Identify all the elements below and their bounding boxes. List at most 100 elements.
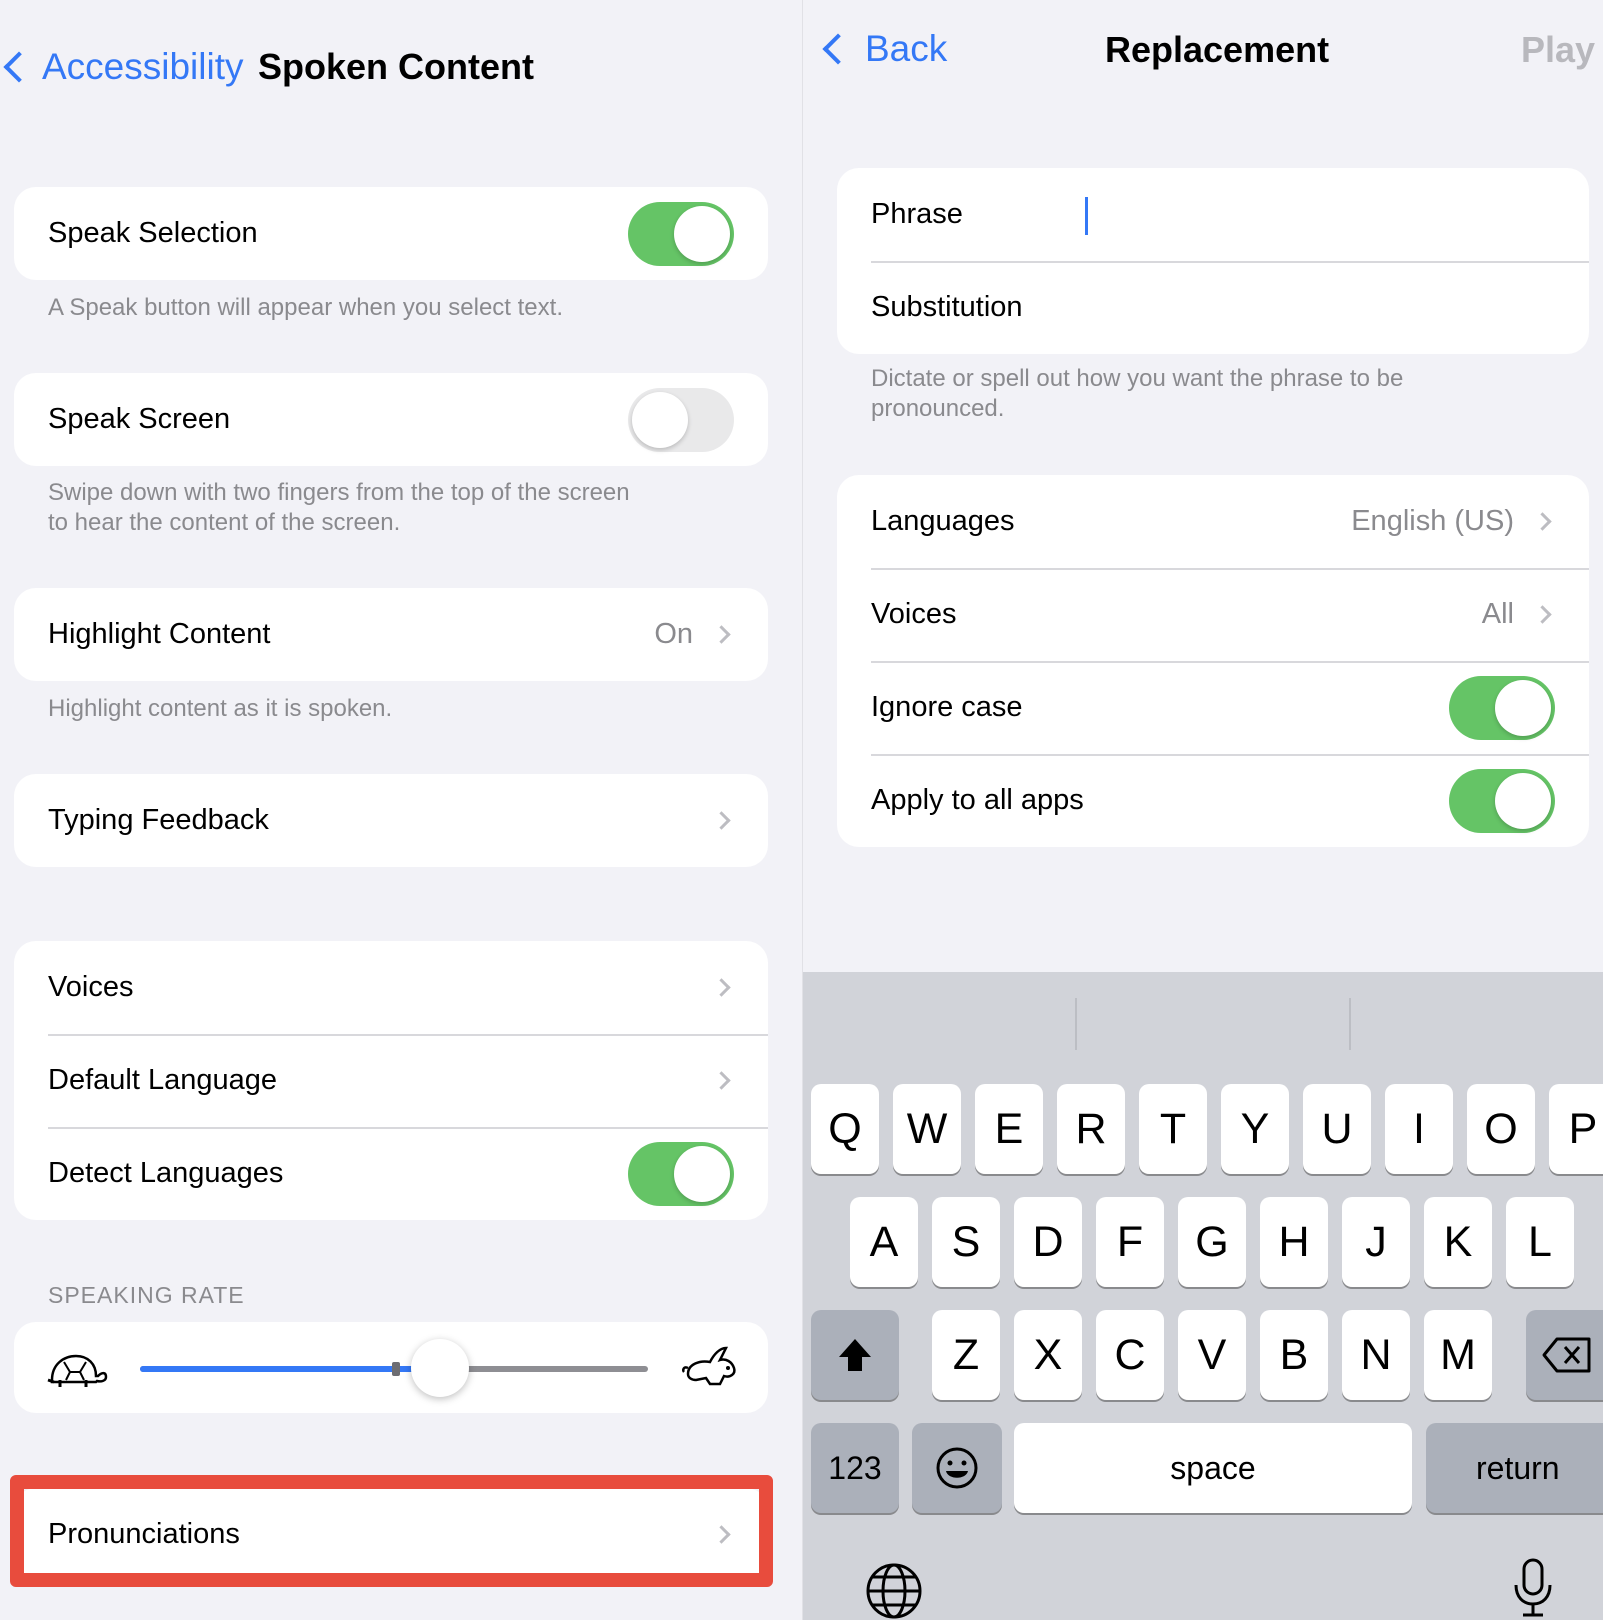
chevron-right-icon	[1533, 605, 1552, 624]
key-l[interactable]: L	[1506, 1197, 1574, 1287]
chevron-right-icon	[712, 978, 731, 997]
key-i[interactable]: I	[1385, 1084, 1453, 1174]
highlight-content-value: On	[654, 618, 693, 650]
suggestion-divider	[1349, 998, 1351, 1050]
numbers-key[interactable]: 123	[811, 1423, 899, 1513]
key-t[interactable]: T	[1139, 1084, 1207, 1174]
chevron-right-icon	[712, 811, 731, 830]
languages-label: Languages	[871, 505, 1015, 537]
delete-key[interactable]	[1526, 1310, 1603, 1400]
key-b[interactable]: B	[1260, 1310, 1328, 1400]
key-g[interactable]: G	[1178, 1197, 1246, 1287]
space-key[interactable]: space	[1014, 1423, 1412, 1513]
speak-screen-footer-line1: Swipe down with two fingers from the top…	[48, 479, 630, 506]
speak-selection-toggle[interactable]	[628, 201, 734, 266]
key-e[interactable]: E	[975, 1084, 1043, 1174]
highlight-content-group: Highlight Content On	[14, 588, 768, 681]
key-s[interactable]: S	[932, 1197, 1000, 1287]
emoji-key[interactable]	[912, 1423, 1002, 1513]
speak-screen-footer-line2: to hear the content of the screen.	[48, 509, 401, 536]
turtle-icon	[47, 1354, 108, 1387]
speak-screen-footer: Swipe down with two fingers from the top…	[48, 478, 630, 538]
pronunciations-highlight-box	[10, 1475, 773, 1587]
substitution-input[interactable]	[1131, 288, 1555, 328]
default-language-row[interactable]: Default Language	[14, 1034, 768, 1127]
highlight-content-footer: Highlight content as it is spoken.	[48, 695, 393, 722]
speaking-rate-track[interactable]	[140, 1362, 648, 1376]
key-n[interactable]: N	[1342, 1310, 1410, 1400]
back-chevron-icon[interactable]	[822, 33, 854, 65]
key-w[interactable]: W	[893, 1084, 961, 1174]
return-key[interactable]: return	[1426, 1423, 1603, 1513]
key-z[interactable]: Z	[932, 1310, 1000, 1400]
apply-all-apps-toggle[interactable]	[1449, 768, 1555, 833]
highlight-content-row[interactable]: Highlight Content On	[14, 588, 768, 681]
replacement-fields-group: Phrase Substitution	[837, 168, 1589, 354]
speak-selection-row: Speak Selection	[14, 187, 768, 280]
speaking-rate-default-tick	[392, 1362, 400, 1376]
replacement-footer-line1: Dictate or spell out how you want the ph…	[871, 365, 1404, 392]
ignore-case-toggle[interactable]	[1449, 675, 1555, 740]
shift-key[interactable]	[811, 1310, 899, 1400]
voices-row[interactable]: Voices All	[837, 568, 1589, 661]
key-r[interactable]: R	[1057, 1084, 1125, 1174]
key-m[interactable]: M	[1424, 1310, 1492, 1400]
play-button[interactable]: Play	[1521, 29, 1595, 71]
key-f[interactable]: F	[1096, 1197, 1164, 1287]
key-o[interactable]: O	[1467, 1084, 1535, 1174]
apply-all-apps-row: Apply to all apps	[837, 754, 1589, 847]
key-y[interactable]: Y	[1221, 1084, 1289, 1174]
detect-languages-label: Detect Languages	[48, 1157, 284, 1189]
substitution-row: Substitution	[837, 261, 1589, 354]
key-q[interactable]: Q	[811, 1084, 879, 1174]
spoken-content-panel: Accessibility Spoken Content Speak Selec…	[0, 0, 802, 1620]
key-v[interactable]: V	[1178, 1310, 1246, 1400]
navigation-bar: Back Replacement Play	[803, 0, 1603, 130]
speaking-rate-thumb[interactable]	[410, 1339, 469, 1397]
voices-value: All	[1481, 598, 1514, 630]
detect-languages-row: Detect Languages	[14, 1127, 768, 1220]
key-a[interactable]: A	[850, 1197, 918, 1287]
key-p[interactable]: P	[1549, 1084, 1603, 1174]
text-caret	[1085, 196, 1088, 235]
languages-value: English (US)	[1351, 505, 1514, 537]
voices-row[interactable]: Voices	[14, 941, 768, 1034]
chevron-right-icon	[1533, 512, 1552, 531]
replacement-footer: Dictate or spell out how you want the ph…	[871, 364, 1403, 424]
chevron-right-icon	[712, 1071, 731, 1090]
phrase-input[interactable]	[1081, 195, 1555, 235]
back-chevron-icon[interactable]	[3, 51, 35, 83]
speak-screen-row: Speak Screen	[14, 373, 768, 466]
voices-label: Voices	[871, 598, 957, 630]
chevron-right-icon	[712, 625, 731, 644]
ignore-case-row: Ignore case	[837, 661, 1589, 754]
replacement-options-group: Languages English (US) Voices All Ignore…	[837, 475, 1589, 847]
key-h[interactable]: H	[1260, 1197, 1328, 1287]
speaking-rate-slider-row	[14, 1322, 768, 1413]
languages-row[interactable]: Languages English (US)	[837, 475, 1589, 568]
globe-icon[interactable]	[865, 1562, 923, 1620]
detect-languages-toggle[interactable]	[628, 1141, 734, 1206]
default-language-label: Default Language	[48, 1064, 277, 1096]
key-c[interactable]: C	[1096, 1310, 1164, 1400]
speak-screen-toggle[interactable]	[628, 387, 734, 452]
phrase-row: Phrase	[837, 168, 1589, 261]
key-u[interactable]: U	[1303, 1084, 1371, 1174]
key-x[interactable]: X	[1014, 1310, 1082, 1400]
key-d[interactable]: D	[1014, 1197, 1082, 1287]
typing-feedback-group: Typing Feedback	[14, 774, 768, 867]
key-k[interactable]: K	[1424, 1197, 1492, 1287]
shift-icon	[839, 1339, 871, 1371]
speak-screen-group: Speak Screen	[14, 373, 768, 466]
speak-selection-label: Speak Selection	[48, 217, 258, 249]
typing-feedback-row[interactable]: Typing Feedback	[14, 774, 768, 867]
back-button[interactable]: Accessibility	[42, 46, 244, 88]
page-title: Replacement	[1105, 29, 1330, 70]
substitution-label: Substitution	[871, 291, 1023, 323]
page-title: Spoken Content	[258, 46, 534, 87]
replacement-panel: Back Replacement Play Phrase Substitutio…	[802, 0, 1603, 1620]
key-j[interactable]: J	[1342, 1197, 1410, 1287]
emoji-icon	[936, 1447, 978, 1489]
microphone-icon[interactable]	[1511, 1557, 1555, 1620]
back-button[interactable]: Back	[865, 28, 947, 70]
